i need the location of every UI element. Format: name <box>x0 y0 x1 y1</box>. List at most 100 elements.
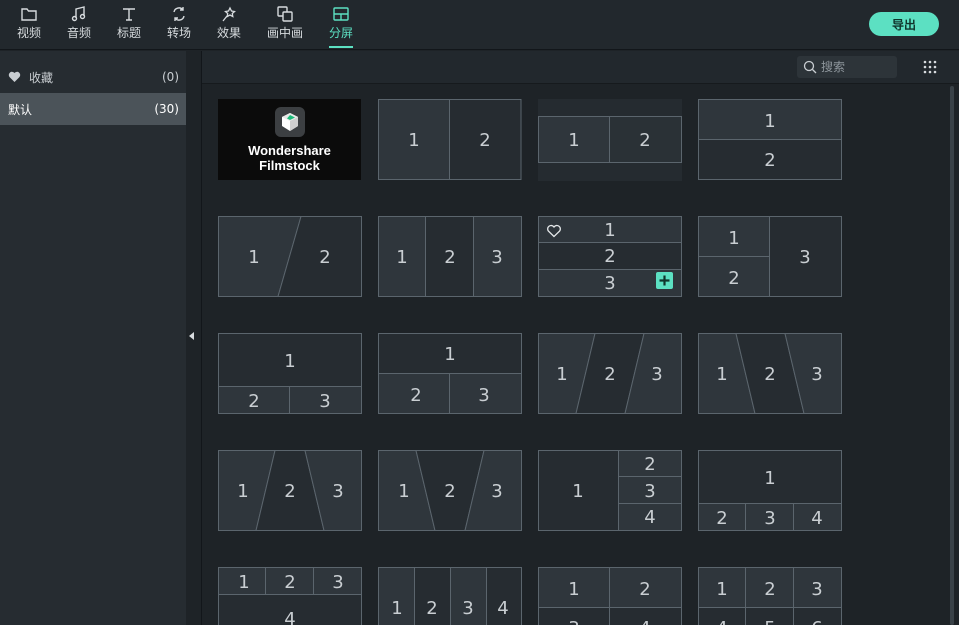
split-screen-icon <box>333 4 349 24</box>
cell-number: 2 <box>444 481 455 502</box>
tab-effects[interactable]: 效果 <box>217 4 241 48</box>
tab-video[interactable]: 视频 <box>17 4 41 48</box>
grid-view-icon[interactable] <box>922 59 938 75</box>
filmstock-logo-icon <box>274 106 305 137</box>
cell-number: 1 <box>568 130 579 151</box>
tab-transitions[interactable]: 转场 <box>167 4 191 48</box>
cell-number: 3 <box>604 273 615 294</box>
cell-number: 3 <box>644 481 655 502</box>
cell-number: 3 <box>651 364 662 385</box>
cell-number: 2 <box>604 364 615 385</box>
tab-audio[interactable]: 音频 <box>67 4 91 48</box>
split-template-tile[interactable]: 1 2 3 4 <box>538 450 682 532</box>
split-template-tile[interactable]: 1 2 3 <box>538 333 682 415</box>
cell-number: 2 <box>410 385 421 406</box>
tab-titles[interactable]: 标题 <box>117 4 141 48</box>
active-tab-underline <box>329 46 353 48</box>
tab-transitions-label: 转场 <box>167 26 192 40</box>
split-template-tile[interactable]: 1 2 3 <box>378 333 522 415</box>
sidebar-item-label: 收藏 <box>29 70 54 85</box>
cell-number: 2 <box>426 598 437 619</box>
cell-number: 4 <box>497 598 508 619</box>
cell-number: 1 <box>237 481 248 502</box>
tab-titles-label: 标题 <box>117 26 142 40</box>
search-box[interactable] <box>797 56 897 78</box>
cell-number: 1 <box>764 468 775 489</box>
cell-number: 2 <box>639 579 650 600</box>
collapse-arrow-icon[interactable] <box>189 332 194 340</box>
cell-number: 1 <box>444 344 455 365</box>
cell-number: 2 <box>479 130 490 151</box>
split-template-tile[interactable]: 1 2 3 <box>378 450 522 532</box>
split-template-tile[interactable]: 1 2 <box>698 99 842 181</box>
cell-number: 3 <box>811 364 822 385</box>
tab-pip[interactable]: 画中画 <box>267 4 303 48</box>
divider <box>201 51 202 625</box>
add-plus-icon[interactable] <box>656 272 673 289</box>
cell-number: 2 <box>716 508 727 529</box>
export-button[interactable]: 导出 <box>869 12 939 36</box>
split-template-tile[interactable]: 1 2 3 <box>218 450 362 532</box>
cell-number: 2 <box>639 130 650 151</box>
tab-pip-label: 画中画 <box>267 26 304 40</box>
cell-number: 1 <box>238 572 249 593</box>
split-template-tile[interactable]: 1 2 3 4 5 6 <box>698 567 842 625</box>
split-template-tile[interactable]: 1 2 3 4 <box>378 567 522 625</box>
split-template-tile[interactable]: 1 2 3 <box>378 216 522 298</box>
cell-number: 3 <box>491 481 502 502</box>
tab-effects-label: 效果 <box>217 26 242 40</box>
search-input[interactable] <box>821 60 889 74</box>
cell-number: 3 <box>332 481 343 502</box>
cell-number: 1 <box>572 481 583 502</box>
cell-number: 1 <box>396 247 407 268</box>
sidebar-item-count: (30) <box>154 102 179 116</box>
split-template-tile[interactable]: 1 2 3 4 <box>698 450 842 532</box>
tab-video-label: 视频 <box>17 26 42 40</box>
tab-audio-label: 音频 <box>67 26 92 40</box>
cell-number: 6 <box>811 618 822 625</box>
sidebar-item-count: (0) <box>162 70 179 84</box>
folder-icon <box>21 4 37 24</box>
cell-number: 4 <box>284 609 295 625</box>
sidebar-item-default[interactable]: 默认 (30) <box>0 93 186 125</box>
split-template-tile[interactable]: 1 2 3 4 <box>218 567 362 625</box>
cell-number: 4 <box>716 618 727 625</box>
tab-split-screen[interactable]: 分屏 <box>329 4 353 48</box>
split-template-tile[interactable]: 1 2 3 <box>698 333 842 415</box>
split-template-tile[interactable]: 1 2 <box>538 99 682 181</box>
cell-number: 3 <box>462 598 473 619</box>
cell-number: 3 <box>568 618 579 625</box>
split-template-tile[interactable]: 1 2 <box>218 216 362 298</box>
transition-arrows-icon <box>171 4 187 24</box>
cell-number: 5 <box>764 618 775 625</box>
split-template-tile[interactable]: 1 2 3 <box>698 216 842 298</box>
scrollbar-thumb[interactable] <box>950 86 954 625</box>
cell-number: 2 <box>728 268 739 289</box>
cell-number: 1 <box>408 130 419 151</box>
split-template-tile[interactable]: 1 2 3 <box>218 333 362 415</box>
cell-number: 3 <box>319 391 330 412</box>
filmstock-logo-line2: Filmstock <box>259 157 320 173</box>
cell-number: 2 <box>319 247 330 268</box>
split-template-tile[interactable]: 1 2 <box>378 99 522 181</box>
filmstock-logo-line1: Wondershare <box>248 142 331 158</box>
favorite-heart-icon[interactable] <box>546 224 562 238</box>
cell-number: 1 <box>716 579 727 600</box>
split-template-tile[interactable]: 1 2 3 4 <box>538 567 682 625</box>
cell-number: 4 <box>644 507 655 528</box>
cell-number: 4 <box>639 618 650 625</box>
tab-split-screen-label: 分屏 <box>329 26 354 40</box>
cell-number: 2 <box>444 247 455 268</box>
cell-number: 3 <box>491 247 502 268</box>
cell-number: 1 <box>568 579 579 600</box>
cell-number: 3 <box>764 508 775 529</box>
cell-number: 2 <box>644 454 655 475</box>
filmstock-tile[interactable]: Wondershare Filmstock <box>218 99 361 180</box>
cell-number: 3 <box>332 572 343 593</box>
cell-number: 2 <box>764 150 775 171</box>
cell-number: 2 <box>284 481 295 502</box>
category-sidebar: 收藏 (0) 默认 (30) <box>0 51 186 625</box>
sidebar-item-favorites[interactable]: 收藏 (0) <box>0 61 186 93</box>
cell-number: 1 <box>284 351 295 372</box>
cell-number: 3 <box>478 385 489 406</box>
